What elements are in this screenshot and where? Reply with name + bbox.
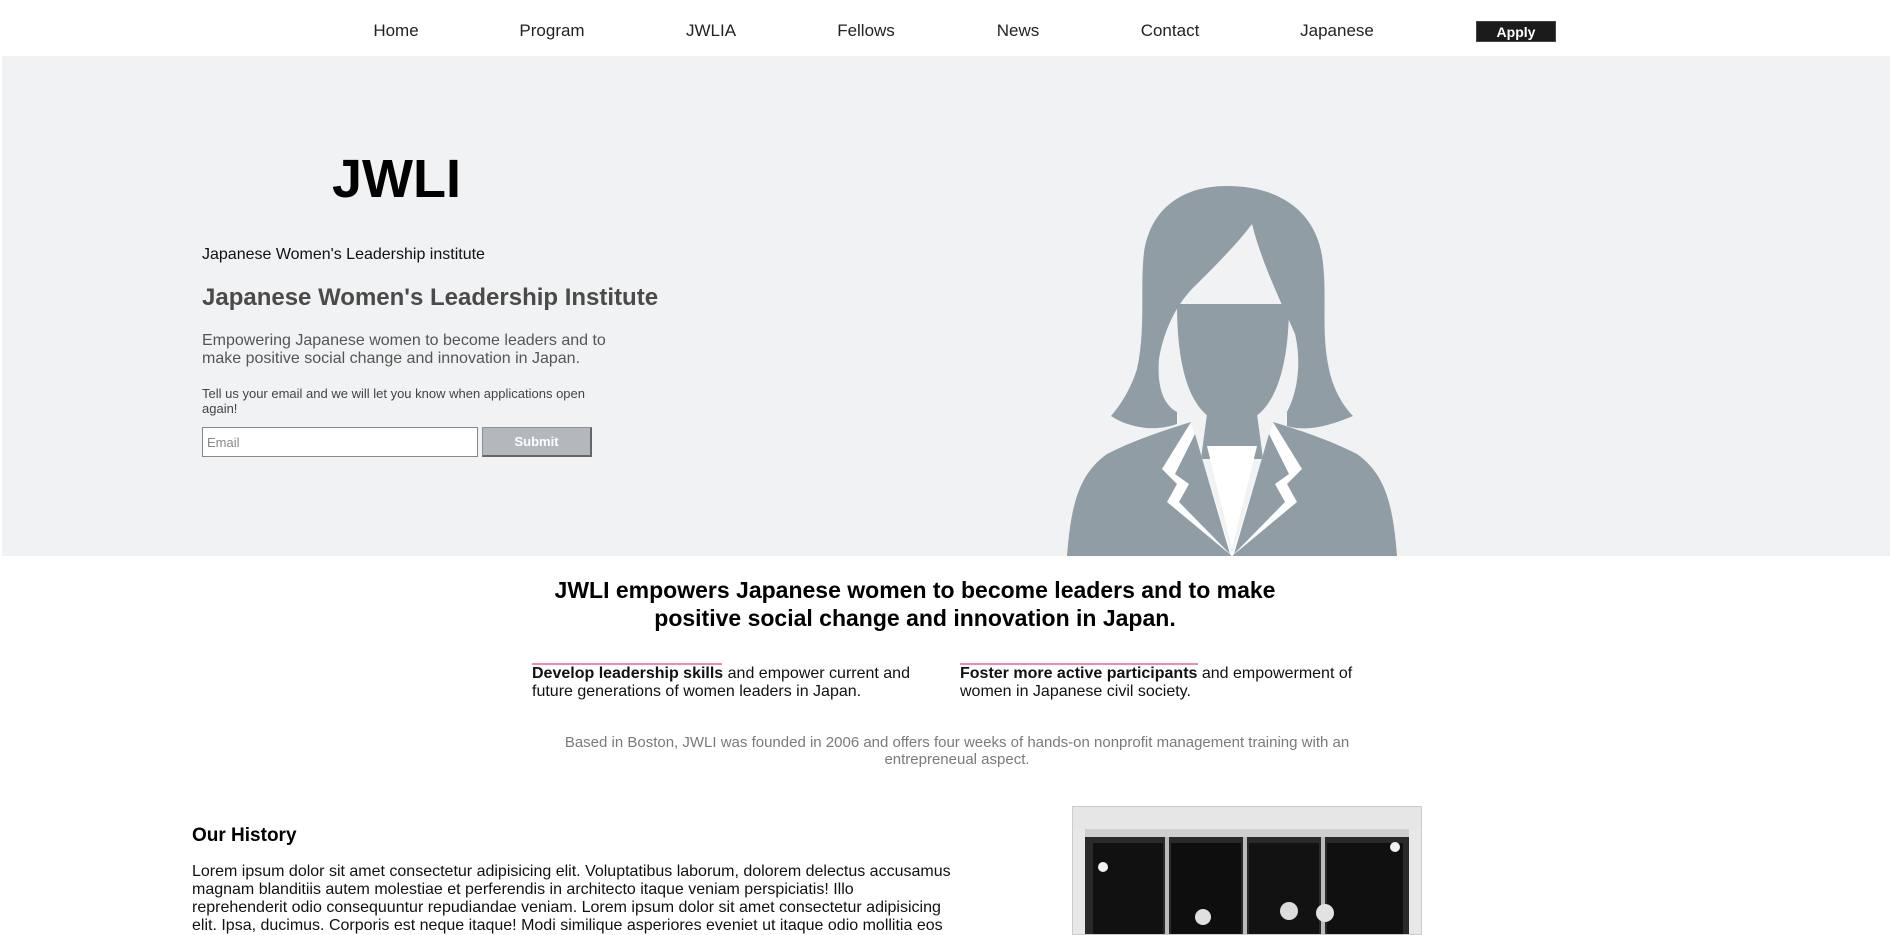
history-photo	[1072, 806, 1422, 935]
top-nav: Home Program JWLIA Fellows News Contact …	[0, 0, 1890, 56]
notify-text: Tell us your email and we will let you k…	[202, 386, 585, 416]
pillar-participation: Foster more active participants and empo…	[960, 663, 1360, 701]
pillar-title: Foster more active participants	[960, 665, 1198, 682]
nav-contact[interactable]: Contact	[1141, 20, 1200, 42]
nav-home[interactable]: Home	[373, 20, 418, 42]
group-photo-image	[1073, 807, 1421, 934]
nav-fellows[interactable]: Fellows	[837, 20, 895, 42]
hero-tagline-big: Japanese Women's Leadership Institute	[202, 284, 659, 311]
nav-japanese[interactable]: Japanese	[1300, 20, 1374, 42]
nav-jwlia[interactable]: JWLIA	[686, 20, 736, 42]
hero-section: JWLI Japanese Women's Leadership institu…	[2, 56, 1890, 556]
apply-button[interactable]: Apply	[1476, 21, 1556, 42]
site-logo[interactable]: JWLI	[332, 148, 461, 210]
submit-button[interactable]: Submit	[482, 427, 592, 457]
history-body: Lorem ipsum dolor sit amet consectetur a…	[192, 863, 951, 934]
pillar-title: Develop leadership skills	[532, 665, 724, 682]
hero-description: Empowering Japanese women to become lead…	[202, 332, 606, 367]
woman-silhouette-image	[1067, 186, 1397, 556]
boston-description: Based in Boston, JWLI was founded in 200…	[564, 734, 1350, 768]
email-input[interactable]	[202, 427, 478, 457]
nav-news[interactable]: News	[997, 20, 1040, 42]
pillar-leadership: Develop leadership skills and empower cu…	[532, 663, 912, 701]
history-title: Our History	[192, 825, 297, 846]
nav-program[interactable]: Program	[519, 20, 584, 42]
mission-headline: JWLI empowers Japanese women to become l…	[554, 577, 1276, 631]
hero-tagline-small: Japanese Women's Leadership institute	[202, 246, 485, 263]
